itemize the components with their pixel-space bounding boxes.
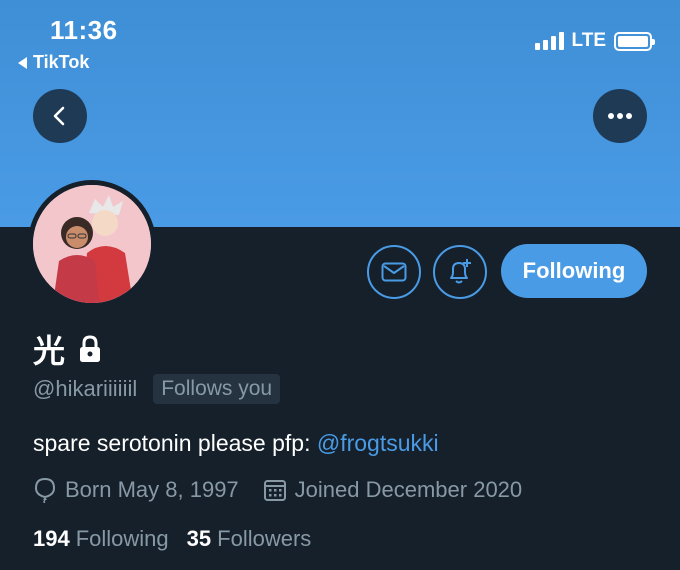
- mail-icon: [381, 262, 407, 282]
- bell-plus-icon: [450, 259, 471, 284]
- followers-count-link[interactable]: 35 Followers: [187, 526, 312, 552]
- following-label: Following: [75, 526, 169, 551]
- back-app-label: TikTok: [33, 52, 90, 72]
- back-arrow-icon: [18, 56, 27, 69]
- handle-row: @hikariiiiiil Follows you: [33, 374, 281, 404]
- network-label: LTE: [571, 30, 606, 51]
- calendar-icon: [263, 480, 286, 501]
- back-to-app-link[interactable]: TikTok: [18, 52, 89, 73]
- more-horizontal-icon: [608, 113, 632, 119]
- follow-counts: 194 Following 35 Followers: [33, 526, 329, 552]
- avatar[interactable]: [28, 180, 156, 308]
- display-name: 光: [33, 332, 66, 370]
- following-count-link[interactable]: 194 Following: [33, 526, 169, 552]
- lock-icon: [80, 335, 101, 362]
- join-date: Joined December 2020: [263, 477, 522, 503]
- join-date-text: Joined December 2020: [294, 477, 523, 502]
- display-name-row: 光: [33, 326, 105, 372]
- signal-icon: [534, 32, 564, 50]
- followers-count: 35: [186, 526, 212, 551]
- avatar-image: [33, 185, 151, 303]
- bio-text: spare serotonin please pfp:: [33, 430, 317, 456]
- status-time: 11:36: [50, 15, 118, 45]
- follows-you-badge: Follows you: [153, 374, 281, 404]
- back-button[interactable]: [33, 89, 87, 143]
- bio-mention-link[interactable]: @frogtsukki: [317, 430, 439, 456]
- chevron-left-icon: [53, 106, 65, 126]
- birth-date: Born May 8, 1997: [33, 477, 239, 503]
- balloon-icon: [34, 477, 56, 503]
- status-indicators: LTE: [534, 30, 655, 52]
- message-button[interactable]: [367, 245, 421, 299]
- birth-date-text: Born May 8, 1997: [65, 477, 239, 502]
- following-count: 194: [33, 526, 70, 551]
- user-handle: @hikariiiiiil: [33, 376, 138, 401]
- battery-icon: [614, 31, 655, 51]
- notifications-button[interactable]: [433, 245, 487, 299]
- following-button[interactable]: Following: [501, 244, 647, 298]
- more-options-button[interactable]: [593, 89, 647, 143]
- profile-meta: Born May 8, 1997 Joined December 2020: [33, 477, 546, 503]
- followers-label: Followers: [217, 526, 312, 551]
- bio: spare serotonin please pfp: @frogtsukki: [33, 430, 439, 457]
